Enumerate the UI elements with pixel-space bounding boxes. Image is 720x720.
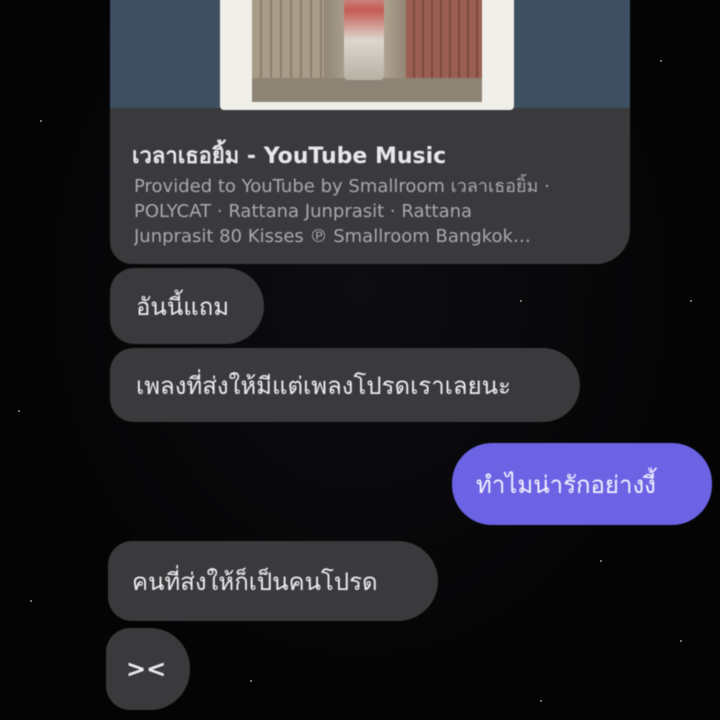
message-text: ><	[126, 655, 167, 683]
star-speck	[30, 600, 32, 602]
message-text: ทำไมน่ารักอย่างงี้	[476, 470, 656, 499]
link-preview-card[interactable]: เวลาเธอยิ้ม - YouTube Music Provided to …	[110, 0, 630, 264]
thumbnail-photo	[252, 0, 482, 102]
link-description-line: Provided to YouTube by Smallroom เวลาเธอ…	[134, 176, 550, 197]
message-text: เพลงที่ส่งให้มีแต่เพลงโปรดเราเลยนะ	[136, 371, 511, 400]
star-speck	[250, 680, 252, 682]
thumbnail-ground	[252, 78, 482, 102]
thumbnail-figure	[344, 0, 384, 80]
link-preview-title: เวลาเธอยิ้ม - YouTube Music	[132, 144, 447, 169]
link-description-line: Junprasit 80 Kisses ℗ Smallroom Bangkok…	[134, 226, 531, 247]
star-speck	[680, 640, 682, 642]
star-speck	[600, 560, 602, 562]
star-speck	[520, 300, 522, 302]
incoming-message-bubble[interactable]: เพลงที่ส่งให้มีแต่เพลงโปรดเราเลยนะ	[110, 348, 580, 422]
link-preview-thumbnail	[220, 0, 514, 110]
incoming-message-bubble[interactable]: ><	[106, 628, 190, 710]
message-text: อันนี้แถม	[136, 292, 230, 321]
chat-screen: เวลาเธอยิ้ม - YouTube Music Provided to …	[0, 0, 720, 720]
star-speck	[690, 300, 692, 302]
star-speck	[40, 120, 42, 122]
message-text: คนที่ส่งให้ก็เป็นคนโปรด	[132, 567, 378, 596]
star-speck	[540, 700, 542, 702]
incoming-message-bubble[interactable]: อันนี้แถม	[110, 268, 264, 344]
link-preview-description: Provided to YouTube by Smallroom เวลาเธอ…	[134, 174, 604, 249]
incoming-message-bubble[interactable]: คนที่ส่งให้ก็เป็นคนโปรด	[108, 541, 438, 621]
outgoing-message-bubble[interactable]: ทำไมน่ารักอย่างงี้	[452, 443, 712, 525]
star-speck	[18, 410, 20, 412]
link-description-line: POLYCAT · Rattana Junprasit · Rattana	[134, 201, 473, 222]
star-speck	[660, 60, 662, 62]
